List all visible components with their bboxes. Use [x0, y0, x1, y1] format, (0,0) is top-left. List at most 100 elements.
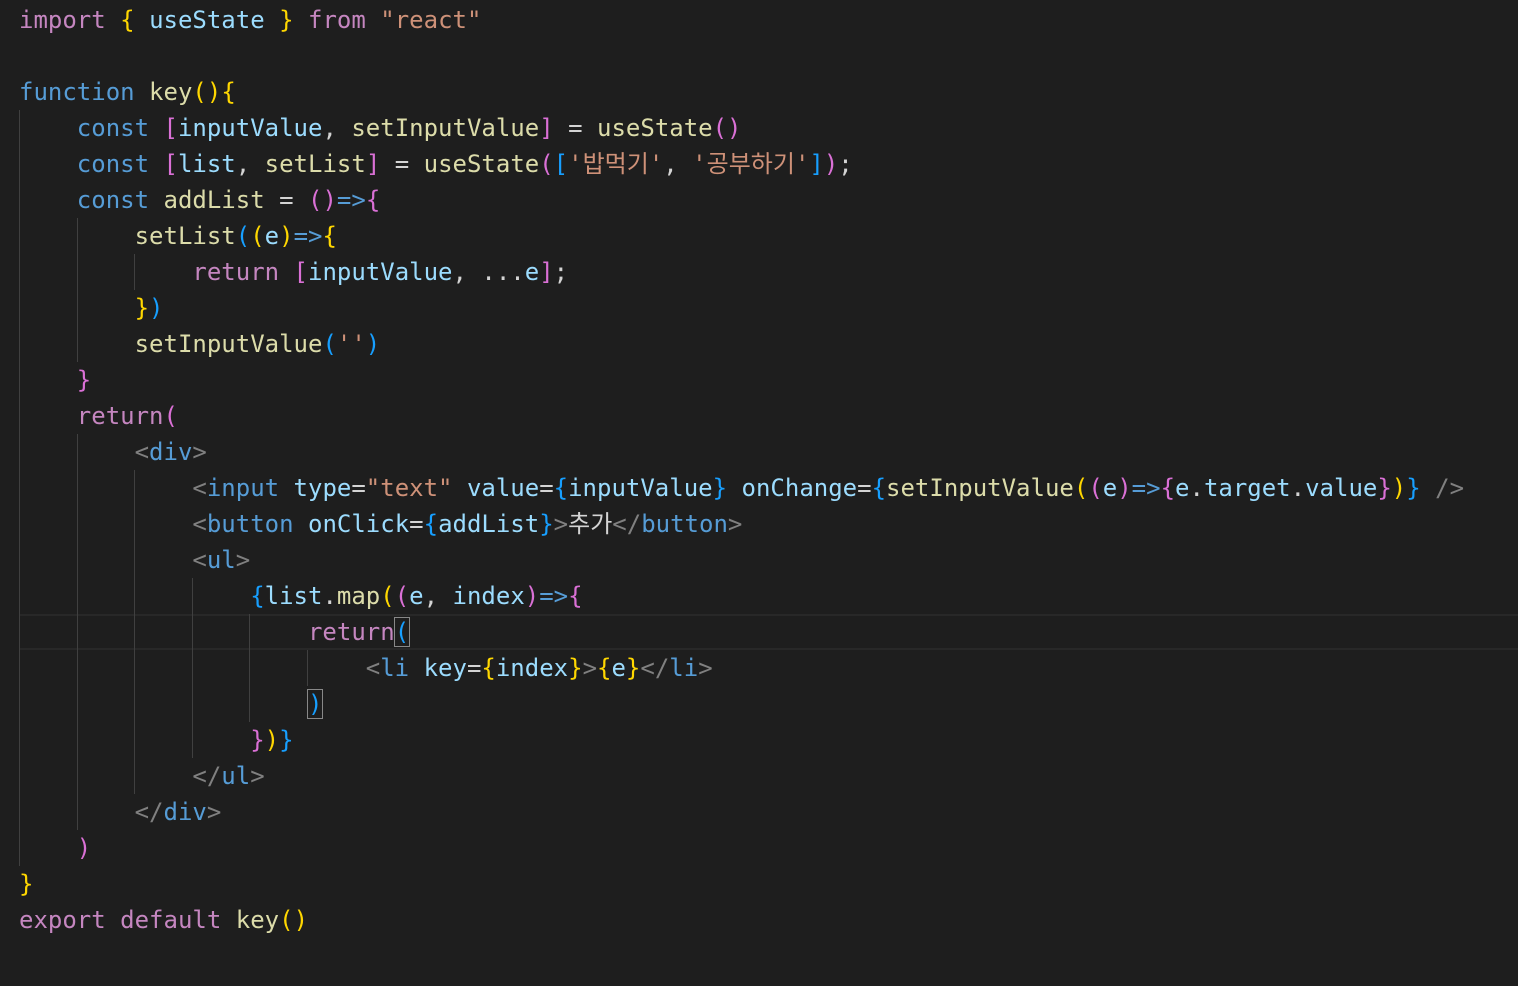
code-token: index	[495, 654, 569, 682]
code-token: <	[365, 654, 381, 682]
code-line[interactable]: const addList = ()=>{	[0, 182, 1518, 218]
code-token: target	[1203, 474, 1291, 502]
code-line[interactable]: )	[0, 830, 1518, 866]
code-line[interactable]: setInputValue('')	[0, 326, 1518, 362]
code-token: ()	[192, 78, 222, 106]
code-token: {	[250, 582, 265, 610]
code-token: e	[611, 654, 626, 682]
code-line-text: )	[19, 830, 91, 866]
code-token: {	[481, 654, 496, 682]
code-token: inputValue	[177, 114, 323, 142]
code-token: const	[76, 114, 150, 142]
code-token: }	[1377, 474, 1392, 502]
code-editor[interactable]: import { useState } from "react" function…	[0, 0, 1518, 986]
code-token: <	[134, 438, 150, 466]
code-token: <	[192, 510, 207, 538]
code-token: )	[1117, 474, 1132, 502]
code-token: </	[134, 798, 164, 826]
code-token: {	[120, 6, 135, 34]
code-line[interactable]: function key(){	[0, 74, 1518, 110]
code-token: }	[134, 294, 150, 322]
code-token: >	[192, 438, 207, 466]
code-token: list	[264, 582, 323, 610]
code-line-text: <ul>	[19, 542, 250, 578]
code-token: setInputValue	[886, 474, 1074, 502]
code-line[interactable]: })}	[0, 722, 1518, 758]
code-token: >	[206, 798, 222, 826]
code-line[interactable]	[0, 38, 1518, 74]
code-line[interactable]: {list.map((e, index)=>{	[0, 578, 1518, 614]
code-token: ]	[365, 150, 381, 178]
code-token: e	[409, 582, 424, 610]
code-line[interactable]: import { useState } from "react"	[0, 2, 1518, 38]
code-token: {	[322, 222, 337, 250]
code-line-text: export default key()	[19, 902, 308, 938]
code-token: setInputValue	[134, 330, 323, 358]
code-line[interactable]: return(	[0, 614, 1518, 650]
code-token: (	[380, 582, 395, 610]
code-token: inputValue	[308, 258, 453, 286]
code-line-text: const [list, setList] = useState(['밥먹기',…	[19, 146, 853, 182]
code-token: li	[380, 654, 410, 682]
code-line[interactable]: const [inputValue, setInputValue] = useS…	[0, 110, 1518, 146]
code-line[interactable]: return [inputValue, ...e];	[0, 254, 1518, 290]
code-line[interactable]: <li key={index}>{e}</li>	[0, 650, 1518, 686]
code-token: )	[524, 582, 540, 610]
code-token: =	[553, 114, 598, 142]
code-token: .	[322, 582, 337, 610]
code-line[interactable]: )	[0, 686, 1518, 722]
code-token: key	[423, 654, 467, 682]
code-token: )	[365, 330, 381, 358]
code-token: ]	[809, 150, 824, 178]
code-token: 추가	[568, 510, 613, 538]
code-token: return	[76, 402, 164, 430]
code-token: const	[76, 186, 150, 214]
code-token: <	[192, 546, 207, 574]
code-token: map	[336, 582, 381, 610]
code-token: }	[1406, 474, 1421, 502]
code-line[interactable]: </div>	[0, 794, 1518, 830]
code-token: {	[423, 510, 439, 538]
code-token: ;	[553, 258, 569, 286]
code-line[interactable]: <ul>	[0, 542, 1518, 578]
code-line[interactable]: const [list, setList] = useState(['밥먹기',…	[0, 146, 1518, 182]
code-line[interactable]: }	[0, 362, 1518, 398]
code-line-text: return [inputValue, ...e];	[19, 254, 568, 290]
code-line[interactable]: <div>	[0, 434, 1518, 470]
code-token: addList	[438, 510, 540, 538]
code-token: (	[250, 222, 265, 250]
code-token: from	[308, 6, 366, 34]
code-line[interactable]: <input type="text" value={inputValue} on…	[0, 470, 1518, 506]
code-token: key	[149, 78, 193, 106]
code-token: setList	[134, 222, 236, 250]
code-token: =>	[539, 582, 569, 610]
code-token: useState	[597, 114, 713, 142]
code-line[interactable]: }	[0, 866, 1518, 902]
code-line[interactable]: <button onClick={addList}>추가</button>	[0, 506, 1518, 542]
code-line[interactable]: return(	[0, 398, 1518, 434]
matched-bracket: )	[306, 689, 324, 719]
code-token: [	[163, 114, 178, 142]
code-token: '공부하기'	[692, 150, 810, 178]
code-line-text: }	[19, 866, 33, 902]
code-token: }	[279, 726, 294, 754]
code-token: return	[192, 258, 280, 286]
code-line[interactable]: export default key()	[0, 902, 1518, 938]
code-line-text: }	[19, 362, 91, 398]
code-line[interactable]: })	[0, 290, 1518, 326]
code-line[interactable]: </ul>	[0, 758, 1518, 794]
code-token: div	[149, 438, 193, 466]
code-line-text: <button onClick={addList}>추가</button>	[19, 506, 742, 542]
code-line[interactable]: setList((e)=>{	[0, 218, 1518, 254]
code-line-text: {list.map((e, index)=>{	[19, 578, 582, 614]
code-token: </	[640, 654, 670, 682]
